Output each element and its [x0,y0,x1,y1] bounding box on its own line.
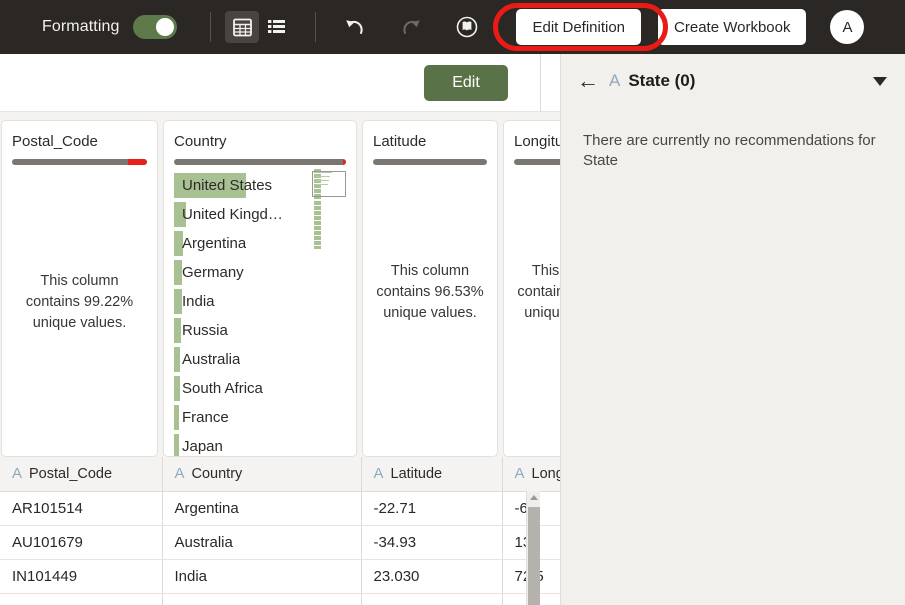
column-card-title: Latitude [373,133,487,150]
value-label: Australia [174,351,240,368]
column-header-postal-code[interactable]: A Postal_Code [0,457,162,491]
table-cell: IN101449 [0,559,162,593]
avatar[interactable]: A [830,10,864,44]
redo-icon[interactable] [394,11,428,43]
quality-bar [174,159,346,165]
column-card-country[interactable]: Country United States United Kingd… [163,120,357,457]
table-cell: AU101679 [0,525,162,559]
table-cell: India [162,559,361,593]
chevron-down-icon[interactable] [873,77,887,86]
column-profile-cards: Postal_Code This column contains 99.22% … [0,112,560,457]
table-cell [162,593,361,605]
value-label: South Africa [174,380,263,397]
undo-icon[interactable] [338,11,372,43]
list-item[interactable]: Australia [174,345,346,374]
value-label: United Kingd… [174,206,283,223]
column-card-title: Postal_Code [12,133,147,150]
quality-bar-red-segment [343,159,346,165]
edit-row-divider [540,54,541,112]
scrollbar-thumb[interactable] [528,507,540,605]
value-label: Argentina [174,235,246,252]
value-label: India [174,293,215,310]
data-profile-area: Edit Postal_Code This column contains 99… [0,54,560,605]
edit-button[interactable]: Edit [424,65,508,101]
unique-values-note: This column contains 96.53% unique value… [373,261,487,324]
unique-values-note: This column contains 99.15% unique value… [514,261,560,324]
column-card-title: Country [174,133,346,150]
minimap-viewport[interactable] [312,171,346,197]
table-cell: -22.71 [361,491,502,525]
top-toolbar: Formatting [0,0,905,54]
avatar-initial: A [842,19,852,36]
value-label: Russia [174,322,228,339]
column-header-label: Latitude [391,466,443,482]
text-type-icon: A [12,465,22,482]
data-grid: A Postal_Code A Country A Latitude A Longitu… [0,457,560,605]
quality-bar [514,159,560,165]
scroll-up-arrow-icon[interactable] [530,495,538,500]
column-header-longitude[interactable]: A Longitude [502,457,560,491]
list-item[interactable]: Japan [174,432,346,457]
panel-title: State (0) [628,71,695,91]
create-workbook-button[interactable]: Create Workbook [658,9,806,45]
column-card-title: Longitude [514,133,560,150]
text-type-icon: A [175,465,185,482]
list-item[interactable]: France [174,403,346,432]
column-card-latitude[interactable]: Latitude This column contains 96.53% uni… [362,120,498,457]
toolbar-divider-1 [210,12,211,42]
back-arrow-icon[interactable]: ← [577,70,599,92]
unique-values-note: This column contains 99.22% unique value… [12,271,147,334]
formatting-toggle-knob [156,18,174,36]
column-header-label: Longitude [532,466,560,482]
table-row[interactable] [0,593,560,605]
column-card-postal-code[interactable]: Postal_Code This column contains 99.22% … [1,120,158,457]
dictionary-icon[interactable] [450,11,484,43]
recommendations-panel: ← A State (0) There are currently no rec… [560,54,905,605]
edit-action-row: Edit [0,54,560,112]
edit-definition-label: Edit Definition [532,19,625,36]
text-type-icon: A [609,71,620,91]
recommendations-panel-header: ← A State (0) [561,54,905,108]
table-header-row: A Postal_Code A Country A Latitude A Longitu… [0,457,560,491]
toolbar-divider-2 [315,12,316,42]
formatting-label: Formatting [42,18,119,36]
value-label: Germany [174,264,244,281]
column-header-label: Country [192,466,243,482]
table-row[interactable]: AR101514 Argentina -22.71 -65. [0,491,560,525]
value-label: France [174,409,229,426]
table-row[interactable]: IN101449 India 23.030 72.5 [0,559,560,593]
column-header-latitude[interactable]: A Latitude [361,457,502,491]
text-type-icon: A [515,465,525,482]
grid-vertical-scrollbar[interactable] [526,491,540,605]
table-cell: -34.93 [361,525,502,559]
edit-definition-button[interactable]: Edit Definition [516,9,641,45]
quality-bar [373,159,487,165]
table-cell [361,593,502,605]
value-label: United States [174,177,272,194]
table-row[interactable]: AU101679 Australia -34.93 138 [0,525,560,559]
list-item[interactable]: South Africa [174,374,346,403]
table-cell [0,593,162,605]
formatting-toggle[interactable] [133,15,177,39]
edit-button-label: Edit [452,74,480,92]
table-cell: Australia [162,525,361,559]
column-header-label: Postal_Code [29,466,112,482]
distribution-minimap[interactable] [306,169,348,339]
grid-view-icon[interactable] [225,11,259,43]
table-cell: 23.030 [361,559,502,593]
value-label: Japan [174,438,223,455]
quality-bar [12,159,147,165]
table-cell: AR101514 [0,491,162,525]
text-type-icon: A [374,465,384,482]
table-cell: Argentina [162,491,361,525]
quality-bar-red-segment [128,159,147,165]
list-view-icon[interactable] [259,11,293,43]
column-card-longitude[interactable]: Longitude This column contains 99.15% un… [503,120,560,457]
no-recommendations-message: There are currently no recommendations f… [561,108,905,172]
create-workbook-label: Create Workbook [674,19,790,36]
app-root: Formatting [0,0,905,605]
column-header-country[interactable]: A Country [162,457,361,491]
